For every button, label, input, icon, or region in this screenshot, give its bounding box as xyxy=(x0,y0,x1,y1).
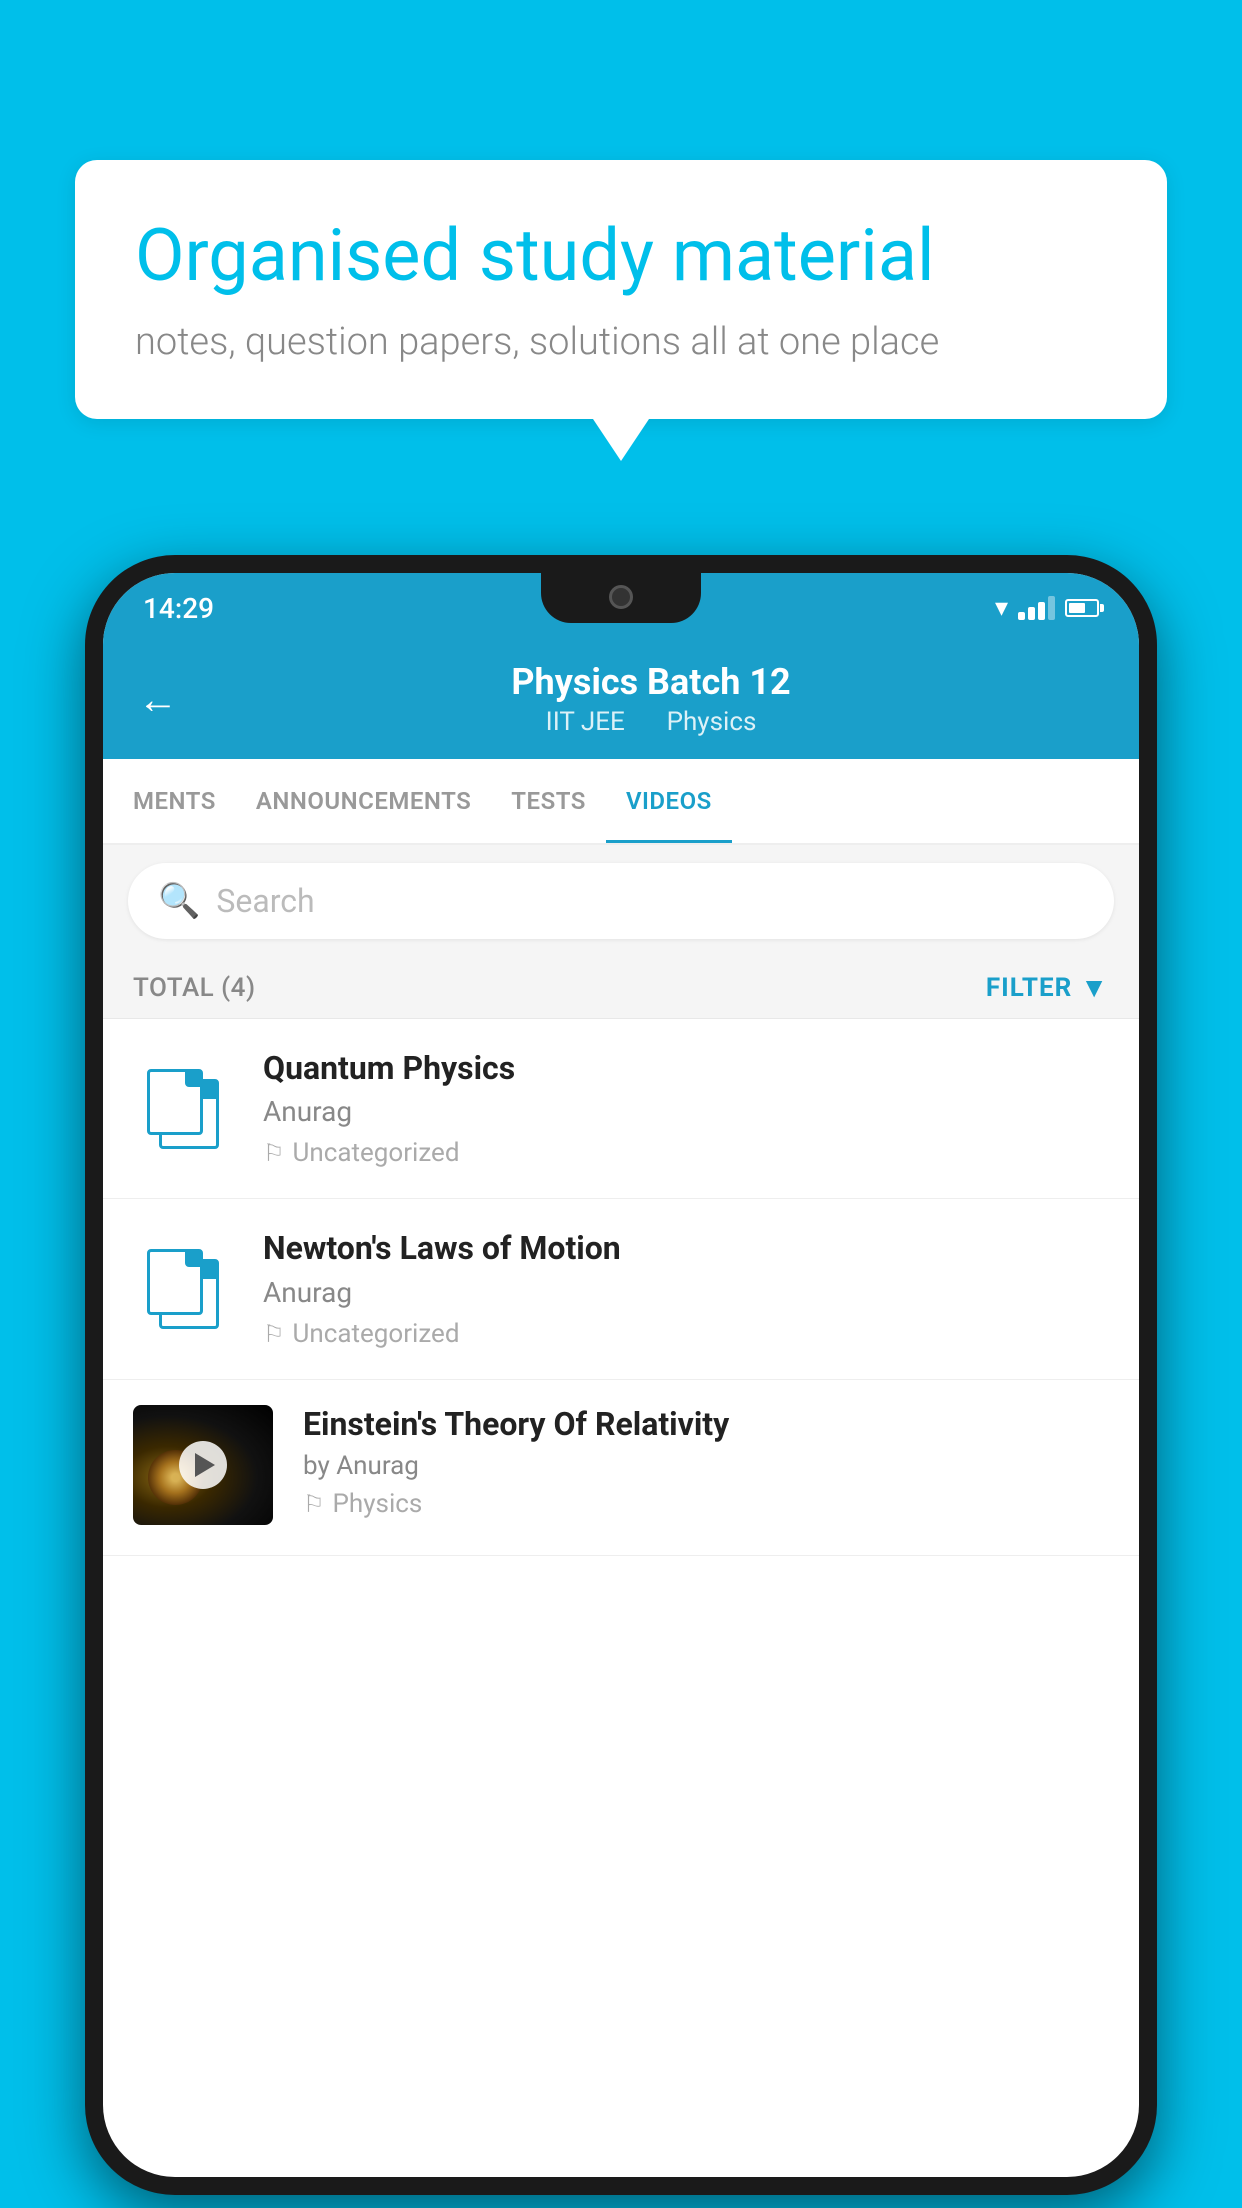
app-bar: ← Physics Batch 12 IIT JEE Physics xyxy=(103,643,1139,759)
tab-videos[interactable]: VIDEOS xyxy=(606,759,732,843)
file-icon-container xyxy=(133,1249,233,1329)
video-tag: ⚐ Uncategorized xyxy=(263,1319,1109,1349)
signal-icon xyxy=(1018,596,1055,620)
video-list: Quantum Physics Anurag ⚐ Uncategorized xyxy=(103,1019,1139,1556)
tag-text: Physics xyxy=(333,1489,423,1519)
search-box[interactable]: 🔍 Search xyxy=(128,863,1114,939)
app-bar-title-section: Physics Batch 12 IIT JEE Physics xyxy=(198,661,1104,737)
tab-ments[interactable]: MENTS xyxy=(113,759,236,843)
video-tag: ⚐ Physics xyxy=(303,1489,1109,1519)
search-icon: 🔍 xyxy=(158,881,200,921)
list-item[interactable]: Einstein's Theory Of Relativity by Anura… xyxy=(103,1380,1139,1556)
subtitle-iit: IIT JEE xyxy=(546,707,625,737)
file-icon xyxy=(147,1069,219,1149)
status-bar: 14:29 ▾ xyxy=(103,573,1139,643)
phone-screen: 14:29 ▾ ← Physics Batch xyxy=(103,573,1139,2177)
subtitle-physics: Physics xyxy=(667,707,757,737)
search-placeholder: Search xyxy=(216,882,314,920)
filter-button[interactable]: FILTER ▼ xyxy=(986,971,1109,1004)
phone-outer: 14:29 ▾ ← Physics Batch xyxy=(85,555,1157,2195)
tag-icon: ⚐ xyxy=(263,1139,285,1167)
video-title: Quantum Physics xyxy=(263,1049,1109,1087)
tag-icon: ⚐ xyxy=(263,1320,285,1348)
tabs-bar: MENTS ANNOUNCEMENTS TESTS VIDEOS xyxy=(103,759,1139,845)
total-count: TOTAL (4) xyxy=(133,973,256,1003)
battery-icon xyxy=(1065,599,1099,617)
video-author: by Anurag xyxy=(303,1451,1109,1481)
speech-bubble: Organised study material notes, question… xyxy=(75,160,1167,419)
video-tag: ⚐ Uncategorized xyxy=(263,1138,1109,1168)
tag-icon: ⚐ xyxy=(303,1490,325,1518)
file-icon xyxy=(147,1249,219,1329)
video-info: Einstein's Theory Of Relativity by Anura… xyxy=(303,1405,1109,1519)
play-button[interactable] xyxy=(179,1441,227,1489)
video-title: Einstein's Theory Of Relativity xyxy=(303,1405,1109,1443)
tab-tests[interactable]: TESTS xyxy=(491,759,606,843)
status-icons: ▾ xyxy=(995,593,1099,623)
play-icon xyxy=(195,1453,215,1477)
speech-bubble-container: Organised study material notes, question… xyxy=(75,160,1167,419)
wifi-icon: ▾ xyxy=(995,593,1008,623)
app-bar-subtitle: IIT JEE Physics xyxy=(198,707,1104,737)
video-author: Anurag xyxy=(263,1095,1109,1128)
video-info: Newton's Laws of Motion Anurag ⚐ Uncateg… xyxy=(263,1229,1109,1348)
video-thumbnail xyxy=(133,1405,273,1525)
notch xyxy=(541,573,701,623)
filter-bar: TOTAL (4) FILTER ▼ xyxy=(103,957,1139,1019)
list-item[interactable]: Quantum Physics Anurag ⚐ Uncategorized xyxy=(103,1019,1139,1199)
back-button[interactable]: ← xyxy=(138,676,178,723)
phone-container: 14:29 ▾ ← Physics Batch xyxy=(85,555,1157,2208)
filter-label: FILTER xyxy=(986,973,1072,1003)
tag-text: Uncategorized xyxy=(293,1319,460,1349)
video-title: Newton's Laws of Motion xyxy=(263,1229,1109,1267)
speech-bubble-title: Organised study material xyxy=(135,215,1107,298)
file-icon-container xyxy=(133,1069,233,1149)
speech-bubble-subtitle: notes, question papers, solutions all at… xyxy=(135,320,1107,364)
filter-icon: ▼ xyxy=(1080,971,1109,1004)
video-info: Quantum Physics Anurag ⚐ Uncategorized xyxy=(263,1049,1109,1168)
tab-announcements[interactable]: ANNOUNCEMENTS xyxy=(236,759,491,843)
tag-text: Uncategorized xyxy=(293,1138,460,1168)
video-author: Anurag xyxy=(263,1276,1109,1309)
status-time: 14:29 xyxy=(143,592,214,625)
camera xyxy=(609,585,633,609)
search-container: 🔍 Search xyxy=(103,845,1139,957)
app-bar-title: Physics Batch 12 xyxy=(198,661,1104,703)
list-item[interactable]: Newton's Laws of Motion Anurag ⚐ Uncateg… xyxy=(103,1199,1139,1379)
